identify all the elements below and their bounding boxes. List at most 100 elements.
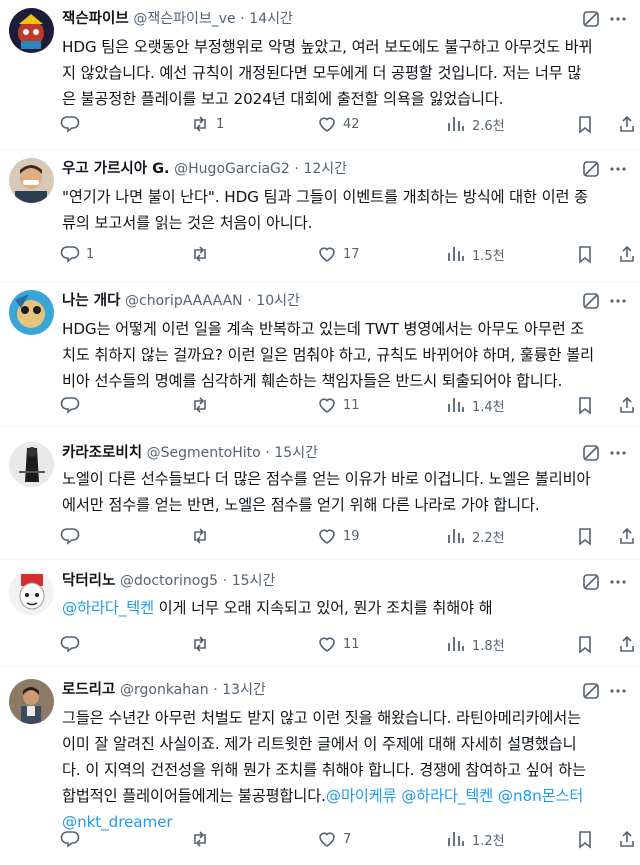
tweet[interactable]: 로드리고 @rgonkahan · 13시간 그들은 수년간 아무런 처벌도 받… bbox=[0, 667, 640, 865]
grok-icon[interactable] bbox=[581, 443, 601, 463]
like-button[interactable]: 11 bbox=[317, 393, 360, 417]
share-button[interactable] bbox=[617, 112, 637, 136]
avatar[interactable] bbox=[9, 679, 54, 724]
separator-dot: · bbox=[213, 682, 218, 698]
mention-link[interactable]: @n8n몬스터 bbox=[498, 787, 583, 805]
tweet-header: 우고 가르시아 G. @HugoGarciaG2 · 12시간 bbox=[62, 158, 347, 180]
bookmark-button[interactable] bbox=[575, 112, 595, 136]
tweet-header: 잭슨파이브 @잭슨파이브_ve · 14시간 bbox=[62, 8, 293, 30]
tweet[interactable]: 카라조로비치 @SegmentoHito · 15시간 노엘이 다른 선수들보다… bbox=[0, 436, 640, 560]
mention-link[interactable]: @하라다_텍켄 bbox=[62, 599, 154, 617]
tweet-text: 그들은 수년간 아무런 처벌도 받지 않고 이런 짓을 해왔습니다. 라틴아메리… bbox=[62, 705, 628, 835]
timestamp[interactable]: 14시간 bbox=[249, 11, 293, 27]
bookmark-button[interactable] bbox=[575, 827, 595, 851]
bookmark-button[interactable] bbox=[575, 393, 595, 417]
like-button[interactable]: 19 bbox=[317, 524, 360, 548]
more-icon[interactable] bbox=[608, 9, 628, 29]
grok-icon[interactable] bbox=[581, 291, 601, 311]
grok-icon[interactable] bbox=[581, 681, 601, 701]
views-button[interactable]: 1.4천 bbox=[446, 393, 505, 417]
user-handle[interactable]: @choripAAAAAN bbox=[125, 293, 243, 309]
avatar[interactable] bbox=[9, 8, 54, 53]
timestamp[interactable]: 10시간 bbox=[256, 293, 300, 309]
timestamp[interactable]: 12시간 bbox=[303, 161, 347, 177]
reply-button[interactable] bbox=[60, 827, 86, 851]
mention-link[interactable]: @하라다_텍켄 bbox=[401, 787, 493, 805]
user-handle[interactable]: @rgonkahan bbox=[120, 682, 209, 698]
like-button[interactable]: 11 bbox=[317, 632, 360, 656]
share-button[interactable] bbox=[617, 393, 637, 417]
retweet-button[interactable] bbox=[190, 632, 216, 656]
bookmark-button[interactable] bbox=[575, 242, 595, 266]
share-button[interactable] bbox=[617, 242, 637, 266]
tweet[interactable]: 닥터리노 @doctorinog5 · 15시간 @하라다_텍켄 이게 너무 오… bbox=[0, 560, 640, 667]
timestamp[interactable]: 15시간 bbox=[232, 573, 276, 589]
bookmark-button[interactable] bbox=[575, 632, 595, 656]
display-name[interactable]: 로드리고 bbox=[62, 682, 115, 698]
like-button[interactable]: 7 bbox=[317, 827, 351, 851]
share-button[interactable] bbox=[617, 632, 637, 656]
display-name[interactable]: 닥터리노 bbox=[62, 573, 115, 589]
like-count: 19 bbox=[343, 528, 360, 544]
user-handle[interactable]: @잭슨파이브_ve bbox=[133, 11, 235, 27]
avatar[interactable] bbox=[9, 570, 54, 615]
user-handle[interactable]: @SegmentoHito bbox=[147, 445, 261, 461]
views-count: 1.8천 bbox=[472, 638, 505, 654]
more-icon[interactable] bbox=[608, 572, 628, 592]
grok-icon[interactable] bbox=[581, 9, 601, 29]
views-button[interactable]: 1.5천 bbox=[446, 242, 505, 266]
bookmark-button[interactable] bbox=[575, 524, 595, 548]
avatar[interactable] bbox=[9, 442, 54, 487]
retweet-button[interactable] bbox=[190, 242, 216, 266]
views-button[interactable]: 1.8천 bbox=[446, 632, 505, 656]
more-icon[interactable] bbox=[608, 159, 628, 179]
like-count: 11 bbox=[343, 397, 360, 413]
views-icon bbox=[448, 117, 464, 131]
text-line: HDG는 어떻게 이런 일을 계속 반복하고 있는데 TWT 병영에서는 아무도… bbox=[62, 320, 585, 338]
grok-icon[interactable] bbox=[581, 572, 601, 592]
retweet-button[interactable] bbox=[190, 393, 216, 417]
more-icon[interactable] bbox=[608, 443, 628, 463]
views-button[interactable]: 2.6천 bbox=[446, 112, 505, 136]
views-button[interactable]: 1.2천 bbox=[446, 827, 505, 851]
tweet[interactable]: 우고 가르시아 G. @HugoGarciaG2 · 12시간 "연기가 나면 … bbox=[0, 150, 640, 282]
display-name[interactable]: 카라조로비치 bbox=[62, 445, 142, 461]
share-button[interactable] bbox=[617, 524, 637, 548]
retweet-button[interactable] bbox=[190, 524, 216, 548]
bookmark-icon bbox=[579, 528, 591, 546]
grok-icon[interactable] bbox=[581, 159, 601, 179]
like-button[interactable]: 17 bbox=[317, 242, 360, 266]
reply-button[interactable] bbox=[60, 524, 86, 548]
separator-dot: · bbox=[222, 573, 228, 589]
views-icon bbox=[448, 637, 464, 651]
display-name[interactable]: 나는 개다 bbox=[62, 293, 120, 309]
user-handle[interactable]: @HugoGarciaG2 bbox=[174, 161, 290, 177]
tweet[interactable]: 잭슨파이브 @잭슨파이브_ve · 14시간 HDG 팀은 오랫동안 부정행위로… bbox=[0, 0, 640, 150]
reply-button[interactable] bbox=[60, 112, 86, 136]
timestamp[interactable]: 15시간 bbox=[274, 445, 318, 461]
reply-icon bbox=[60, 116, 80, 133]
like-count: 7 bbox=[343, 831, 352, 847]
mention-link[interactable]: @마이케류 bbox=[326, 787, 397, 805]
like-count: 17 bbox=[343, 246, 360, 262]
avatar[interactable] bbox=[9, 290, 54, 335]
text-line: 합법적인 플레이어들에게는 불공평합니다.@마이케류 @하라다_텍켄 @n8n몬… bbox=[62, 783, 628, 809]
display-name[interactable]: 우고 가르시아 G. bbox=[62, 161, 170, 177]
like-button[interactable]: 42 bbox=[317, 112, 360, 136]
avatar[interactable] bbox=[9, 158, 54, 203]
retweet-button[interactable]: 1 bbox=[190, 112, 224, 136]
views-button[interactable]: 2.2천 bbox=[446, 524, 505, 548]
reply-button[interactable] bbox=[60, 393, 86, 417]
reply-button[interactable] bbox=[60, 632, 86, 656]
more-icon[interactable] bbox=[608, 681, 628, 701]
text-line: 노엘이 다른 선수들보다 더 많은 점수를 얻는 이유가 바로 이겁니다. 노엘… bbox=[62, 470, 591, 488]
user-handle[interactable]: @doctorinog5 bbox=[120, 573, 218, 589]
reply-button[interactable]: 1 bbox=[60, 242, 94, 266]
timestamp[interactable]: 13시간 bbox=[222, 682, 266, 698]
more-icon[interactable] bbox=[608, 291, 628, 311]
share-button[interactable] bbox=[617, 827, 637, 851]
display-name[interactable]: 잭슨파이브 bbox=[62, 11, 129, 27]
retweet-button[interactable] bbox=[190, 827, 216, 851]
retweet-icon bbox=[194, 397, 206, 413]
tweet[interactable]: 나는 개다 @choripAAAAAN · 10시간 HDG는 어떻게 이런 일… bbox=[0, 282, 640, 427]
